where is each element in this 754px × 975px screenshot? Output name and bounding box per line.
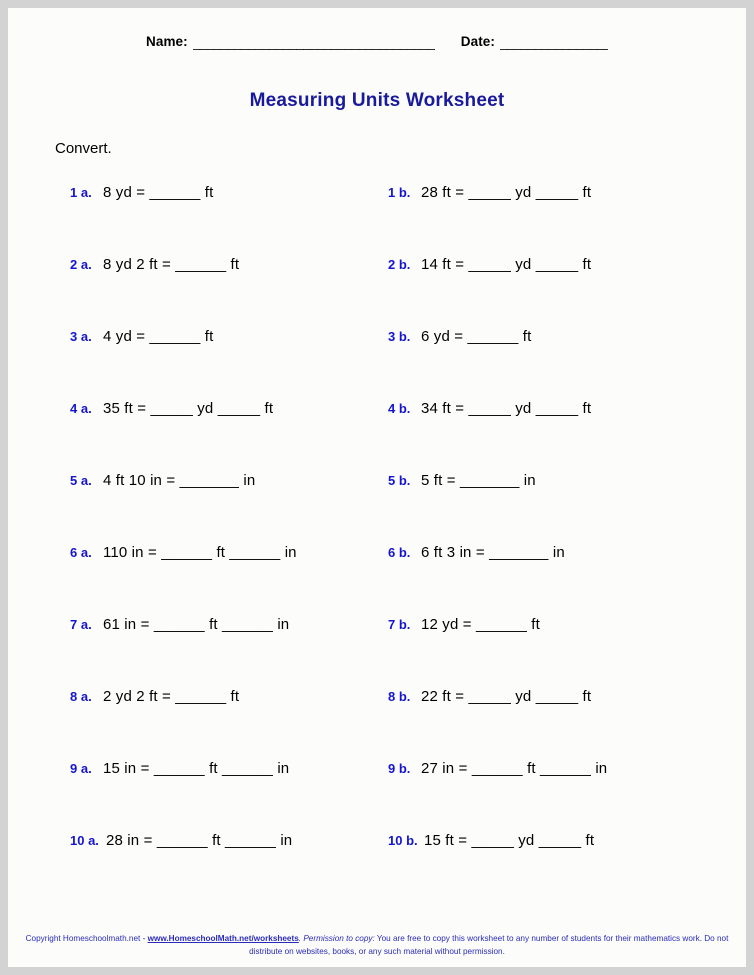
problem-text[interactable]: 2 yd 2 ft = ______ ft [103,688,239,706]
problem-5b: 5 b. 5 ft = _______ in [388,472,536,490]
problem-number: 9 b. [388,761,411,776]
problem-9b: 9 b. 27 in = ______ ft ______ in [388,760,607,778]
problem-number: 6 a. [70,545,92,560]
problem-row: 4 a. 35 ft = _____ yd _____ ft 4 b. 34 f… [8,400,746,472]
problem-row: 7 a. 61 in = ______ ft ______ in 7 b. 12… [8,616,746,688]
problem-7b: 7 b. 12 yd = ______ ft [388,616,540,634]
problem-4a: 4 a. 35 ft = _____ yd _____ ft [70,400,273,418]
problem-10a: 10 a. 28 in = ______ ft ______ in [70,832,292,850]
problem-row: 6 a. 110 in = ______ ft ______ in 6 b. 6… [8,544,746,616]
problem-row: 8 a. 2 yd 2 ft = ______ ft 8 b. 22 ft = … [8,688,746,760]
problem-number: 2 a. [70,257,92,272]
problem-9a: 9 a. 15 in = ______ ft ______ in [70,760,289,778]
problem-8a: 8 a. 2 yd 2 ft = ______ ft [70,688,239,706]
problem-number: 3 b. [388,329,411,344]
problem-row: 10 a. 28 in = ______ ft ______ in 10 b. … [8,832,746,904]
problem-number: 10 a. [70,833,99,848]
problem-2b: 2 b. 14 ft = _____ yd _____ ft [388,256,591,274]
problem-number: 1 a. [70,185,92,200]
problem-row: 9 a. 15 in = ______ ft ______ in 9 b. 27… [8,760,746,832]
problem-text[interactable]: 34 ft = _____ yd _____ ft [421,400,591,418]
problem-4b: 4 b. 34 ft = _____ yd _____ ft [388,400,591,418]
footer-copyright: Copyright Homeschoolmath.net - www.Homes… [8,933,746,958]
name-label: Name: [145,34,188,49]
problem-text[interactable]: 110 in = ______ ft ______ in [103,544,297,562]
problem-number: 3 a. [70,329,92,344]
problem-text[interactable]: 35 ft = _____ yd _____ ft [103,400,273,418]
problem-text[interactable]: 6 yd = ______ ft [421,328,531,346]
problem-text[interactable]: 12 yd = ______ ft [421,616,540,634]
problem-text[interactable]: 22 ft = _____ yd _____ ft [421,688,591,706]
problem-number: 4 b. [388,401,411,416]
problem-3b: 3 b. 6 yd = ______ ft [388,328,531,346]
name-input-line[interactable]: ________________________________________ [193,35,435,50]
problem-2a: 2 a. 8 yd 2 ft = ______ ft [70,256,239,274]
problem-text[interactable]: 6 ft 3 in = _______ in [421,544,565,562]
date-label: Date: [460,34,496,49]
problem-number: 10 b. [388,833,418,848]
problem-7a: 7 a. 61 in = ______ ft ______ in [70,616,289,634]
problem-text[interactable]: 5 ft = _______ in [421,472,536,490]
permission-label: . Permission to copy: [298,934,375,943]
problem-5a: 5 a. 4 ft 10 in = _______ in [70,472,255,490]
problem-number: 4 a. [70,401,92,416]
problem-text[interactable]: 4 ft 10 in = _______ in [103,472,255,490]
problem-number: 5 b. [388,473,411,488]
problem-row: 3 a. 4 yd = ______ ft 3 b. 6 yd = ______… [8,328,746,400]
problem-text[interactable]: 61 in = ______ ft ______ in [103,616,289,634]
problem-text[interactable]: 8 yd 2 ft = ______ ft [103,256,239,274]
problem-number: 8 b. [388,689,411,704]
problem-text[interactable]: 28 in = ______ ft ______ in [106,832,292,850]
problem-text[interactable]: 15 in = ______ ft ______ in [103,760,289,778]
instruction-text: Convert. [55,140,112,157]
worksheet-page: Name: __________________________________… [8,8,746,967]
problem-number: 9 a. [70,761,92,776]
problem-text[interactable]: 15 ft = _____ yd _____ ft [424,832,594,850]
problem-row: 2 a. 8 yd 2 ft = ______ ft 2 b. 14 ft = … [8,256,746,328]
problem-number: 6 b. [388,545,411,560]
problem-grid: 1 a. 8 yd = ______ ft 1 b. 28 ft = _____… [8,184,746,904]
problem-number: 8 a. [70,689,92,704]
problem-text[interactable]: 27 in = ______ ft ______ in [421,760,607,778]
problem-1a: 1 a. 8 yd = ______ ft [70,184,213,202]
problem-3a: 3 a. 4 yd = ______ ft [70,328,213,346]
problem-text[interactable]: 8 yd = ______ ft [103,184,213,202]
page-title: Measuring Units Worksheet [249,90,505,111]
problem-6a: 6 a. 110 in = ______ ft ______ in [70,544,297,562]
problem-row: 1 a. 8 yd = ______ ft 1 b. 28 ft = _____… [8,184,746,256]
problem-6b: 6 b. 6 ft 3 in = _______ in [388,544,565,562]
problem-1b: 1 b. 28 ft = _____ yd _____ ft [388,184,591,202]
problem-text[interactable]: 28 ft = _____ yd _____ ft [421,184,591,202]
copyright-prefix: Copyright Homeschoolmath.net - [25,934,148,943]
problem-number: 2 b. [388,257,411,272]
problem-number: 5 a. [70,473,92,488]
homeschoolmath-link[interactable]: www.HomeschoolMath.net/worksheets [148,934,299,943]
problem-8b: 8 b. 22 ft = _____ yd _____ ft [388,688,591,706]
problem-text[interactable]: 4 yd = ______ ft [103,328,213,346]
problem-row: 5 a. 4 ft 10 in = _______ in 5 b. 5 ft =… [8,472,746,544]
problem-10b: 10 b. 15 ft = _____ yd _____ ft [388,832,594,850]
problem-number: 1 b. [388,185,411,200]
date-input-line[interactable]: _________________ [500,35,608,50]
problem-text[interactable]: 14 ft = _____ yd _____ ft [421,256,591,274]
problem-number: 7 a. [70,617,92,632]
problem-number: 7 b. [388,617,411,632]
name-date-row: Name: __________________________________… [8,34,746,56]
